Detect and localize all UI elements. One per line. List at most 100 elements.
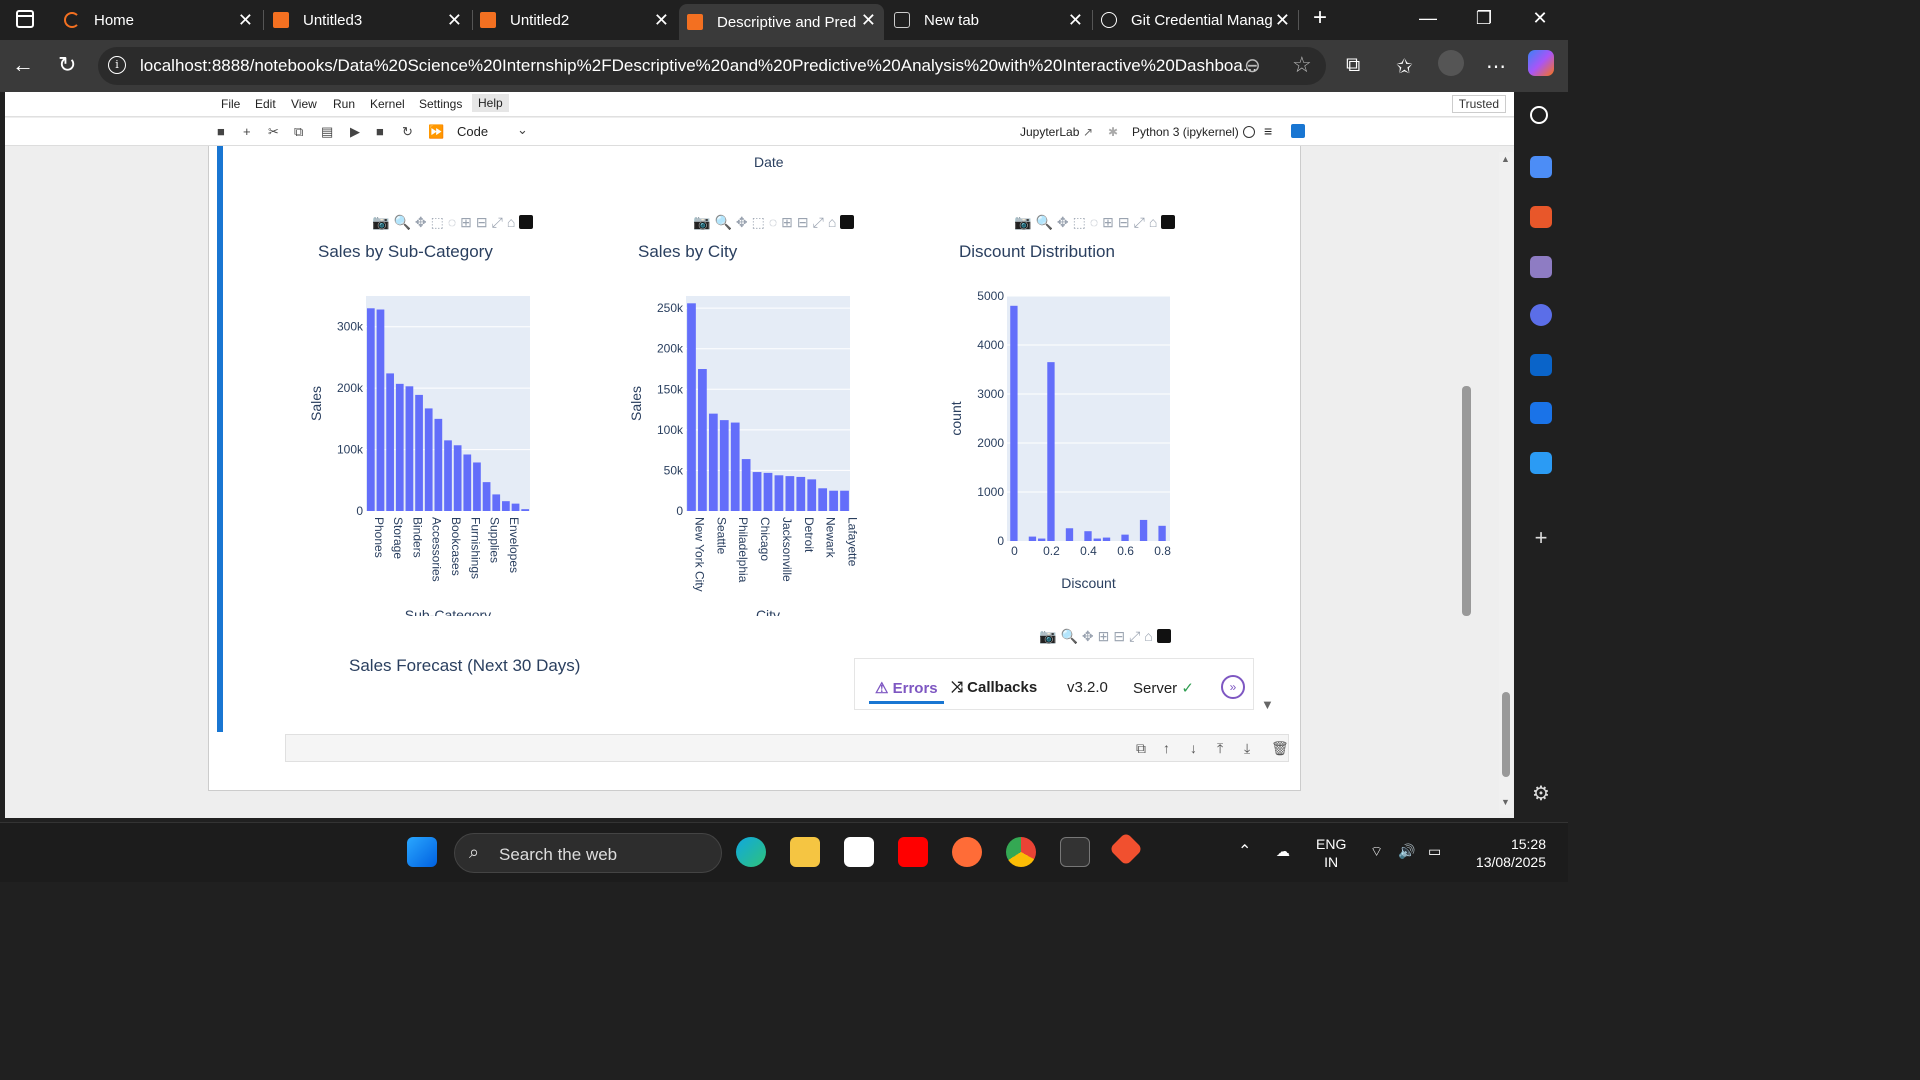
bar[interactable] — [1093, 538, 1101, 541]
copilot-sidebar-icon[interactable] — [1530, 304, 1552, 326]
bar[interactable] — [708, 413, 718, 511]
chevron-up-icon[interactable]: ⌃ — [1238, 841, 1251, 861]
bar[interactable] — [1084, 531, 1092, 541]
trusted-badge[interactable]: Trusted — [1451, 95, 1506, 113]
bar[interactable] — [774, 475, 784, 511]
autoscale-icon[interactable]: ⤢ — [1134, 214, 1145, 230]
menu-edit[interactable]: Edit — [255, 97, 276, 111]
zoom-icon[interactable]: ⊖ — [1244, 53, 1261, 78]
close-icon[interactable]: ✕ — [654, 10, 669, 31]
close-icon[interactable]: ✕ — [238, 10, 253, 31]
autoscale-icon[interactable]: ⤢ — [813, 214, 824, 230]
battery-icon[interactable]: ▭ — [1428, 843, 1441, 860]
bar[interactable] — [1047, 362, 1055, 541]
terminal-icon[interactable] — [1060, 837, 1090, 867]
bar[interactable] — [1158, 525, 1166, 541]
menu-run[interactable]: Run — [333, 97, 355, 111]
bar[interactable] — [829, 490, 838, 511]
scroll-down-arrow-icon[interactable]: ▼ — [1261, 697, 1274, 712]
move-down-icon[interactable]: ↓ — [1190, 740, 1197, 756]
outlook-icon[interactable] — [1530, 354, 1552, 376]
bar[interactable] — [1028, 536, 1037, 541]
copilot-icon[interactable] — [1528, 50, 1554, 76]
bar[interactable] — [1121, 534, 1129, 541]
bar[interactable] — [395, 383, 404, 511]
url-text[interactable]: localhost:8888/notebooks/Data%20Science%… — [140, 56, 1257, 76]
close-icon[interactable]: ✕ — [1068, 10, 1083, 31]
more-options-icon[interactable]: ⋯ — [1486, 54, 1506, 79]
bar[interactable] — [463, 454, 472, 511]
page-scrollbar[interactable]: ▲ ▼ — [1499, 152, 1513, 814]
callbacks-tab[interactable]: ⤨ Callbacks — [951, 679, 1037, 696]
expand-debug-icon[interactable]: » — [1221, 675, 1245, 699]
bar[interactable] — [818, 488, 828, 511]
close-window-button[interactable]: ✕ — [1520, 8, 1560, 29]
bar[interactable] — [1010, 305, 1018, 541]
plotly-logo-icon[interactable] — [1156, 629, 1171, 643]
designer-icon[interactable] — [1530, 402, 1552, 424]
restore-button[interactable]: ❐ — [1464, 8, 1504, 29]
pan-icon[interactable]: ✥ — [415, 214, 427, 230]
bar[interactable] — [796, 476, 806, 511]
bar[interactable] — [473, 462, 481, 511]
back-arrow-icon[interactable]: ← — [12, 52, 34, 78]
file-explorer-icon[interactable] — [790, 837, 820, 867]
bar[interactable] — [444, 440, 452, 511]
store-icon[interactable] — [844, 837, 874, 867]
zoom-in-icon[interactable]: ⊞ — [1098, 628, 1110, 644]
menu-file[interactable]: File — [221, 97, 240, 111]
bar[interactable] — [1038, 538, 1046, 541]
zoom-out-icon[interactable]: ⊟ — [476, 214, 488, 230]
move-up-icon[interactable]: ↑ — [1163, 740, 1170, 756]
send-icon[interactable] — [1530, 452, 1552, 474]
errors-tab[interactable]: ⚠ Errors — [869, 679, 944, 704]
bar[interactable] — [521, 509, 530, 511]
extensions-icon[interactable]: ⧉ — [1346, 54, 1360, 77]
box-select-icon[interactable]: ⬚ — [431, 214, 444, 230]
bar[interactable] — [492, 494, 501, 511]
scroll-up-arrow-icon[interactable]: ▲ — [1501, 154, 1510, 164]
bar[interactable] — [1102, 537, 1111, 541]
camera-icon[interactable]: 📷 — [1039, 628, 1056, 644]
external-link-icon[interactable]: ↗ — [1083, 125, 1093, 139]
shopping-icon[interactable] — [1530, 156, 1552, 178]
zoom-out-icon[interactable]: ⊟ — [1118, 214, 1130, 230]
games-icon[interactable] — [1530, 256, 1552, 278]
bar[interactable] — [719, 420, 729, 511]
bar[interactable] — [730, 422, 740, 511]
youtube-icon[interactable] — [898, 837, 928, 867]
cell-type-select[interactable]: Code — [457, 124, 488, 139]
lasso-icon[interactable]: ◌ — [769, 214, 777, 230]
bar[interactable] — [840, 490, 849, 511]
stop-icon[interactable]: ■ — [376, 124, 384, 139]
bar[interactable] — [741, 459, 751, 511]
chevron-down-icon[interactable]: ⌄ — [517, 122, 528, 138]
plotly-logo-icon[interactable] — [519, 215, 534, 229]
favorites-icon[interactable]: ✩ — [1396, 54, 1413, 79]
camera-icon[interactable]: 📷 — [1014, 214, 1031, 230]
cloud-icon[interactable]: ☁ — [1276, 843, 1290, 860]
bar[interactable] — [807, 479, 817, 511]
lasso-icon[interactable]: ◌ — [1090, 214, 1098, 230]
bar[interactable] — [687, 303, 696, 511]
menu-lines-icon[interactable]: ≡ — [1264, 123, 1272, 139]
menu-settings[interactable]: Settings — [419, 97, 462, 111]
bar[interactable] — [502, 501, 510, 511]
bar[interactable] — [415, 394, 423, 511]
pan-icon[interactable]: ✥ — [1082, 628, 1094, 644]
add-icon[interactable]: + — [1530, 527, 1552, 550]
copy-icon[interactable]: ⧉ — [294, 124, 303, 140]
language-indicator[interactable]: ENG IN — [1316, 835, 1346, 871]
edge-browser-icon[interactable] — [736, 837, 766, 867]
zoom-icon[interactable]: 🔍 — [393, 214, 410, 230]
scroll-down-arrow-icon[interactable]: ▼ — [1501, 797, 1510, 807]
tab-git-credential[interactable]: Git Credential Manag ✕ — [1093, 4, 1298, 36]
save-icon[interactable]: ■ — [217, 124, 225, 139]
chrome-icon[interactable] — [1006, 837, 1036, 867]
home-icon[interactable]: ⌂ — [1144, 628, 1152, 644]
new-tab-button[interactable]: + — [1300, 4, 1340, 32]
bar[interactable] — [386, 373, 394, 511]
bar[interactable] — [1065, 528, 1074, 541]
zoom-out-icon[interactable]: ⊟ — [797, 214, 809, 230]
home-icon[interactable]: ⌂ — [828, 214, 836, 230]
